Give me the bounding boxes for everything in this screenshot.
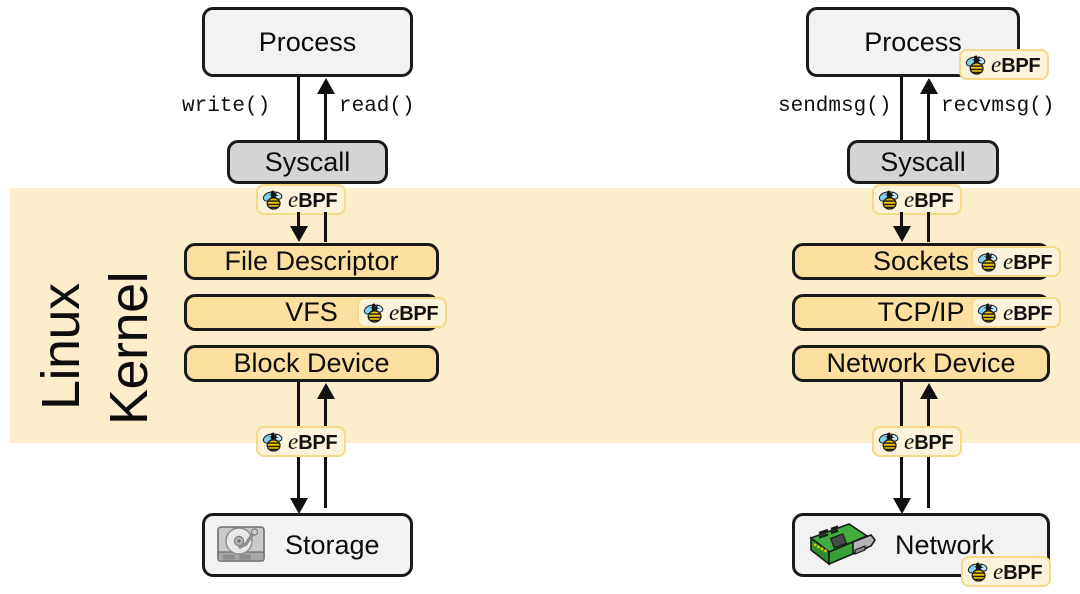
ebpf-badge-text: eBPF: [993, 560, 1042, 583]
left-syscall-box[interactable]: Syscall: [227, 140, 388, 184]
ebpf-badge-text: eBPF: [288, 188, 337, 211]
right-process-label: Process: [864, 27, 962, 58]
left-layer-label-1: VFS: [285, 297, 338, 328]
right-layer-label-2: Network Device: [826, 348, 1015, 379]
bee-icon: [977, 302, 1001, 324]
ebpf-badge-text: eBPF: [904, 188, 953, 211]
ebpf-badge-sockets[interactable]: eBPF: [971, 246, 1061, 277]
bee-icon: [363, 302, 387, 324]
right-network-to-netdev-arrowhead: [920, 383, 938, 399]
ebpf-badge-e: e: [991, 52, 1001, 77]
ebpf-badge-right-syscall[interactable]: eBPF: [872, 184, 962, 215]
ebpf-badge-text: eBPF: [904, 430, 953, 453]
ebpf-badge-e: e: [993, 559, 1003, 584]
ebpf-badge-e: e: [389, 300, 399, 325]
ebpf-badge-e: e: [904, 187, 914, 212]
left-blockdev-to-storage-arrowhead: [290, 498, 308, 514]
right-recvmsg-arrowhead: [920, 78, 938, 94]
ebpf-badge-bpf: BPF: [399, 303, 438, 325]
ebpf-badge-bpf: BPF: [1013, 252, 1052, 274]
right-layer-box-2[interactable]: Network Device: [792, 345, 1050, 382]
right-syscall-box[interactable]: Syscall: [847, 140, 999, 184]
bee-icon: [967, 561, 991, 583]
right-layer-label-1: TCP/IP: [877, 297, 964, 328]
left-process-box[interactable]: Process: [202, 7, 413, 77]
ebpf-badge-e: e: [1003, 249, 1013, 274]
ebpf-badge-bpf: BPF: [914, 190, 953, 212]
right-sockets-to-syscall-line: [927, 212, 930, 242]
left-process-label: Process: [259, 27, 357, 58]
network-card-icon: [805, 520, 877, 570]
left-syscall-to-fd-arrowhead: [290, 226, 308, 242]
ebpf-badge-right-process[interactable]: eBPF: [959, 49, 1049, 80]
right-layer-label-0: Sockets: [873, 246, 969, 277]
ebpf-badge-bpf: BPF: [298, 190, 337, 212]
ebpf-badge-bpf: BPF: [914, 432, 953, 454]
bee-icon: [878, 431, 902, 453]
right-call-up-label: recvmsg(): [941, 95, 1054, 118]
ebpf-badge-tcpip[interactable]: eBPF: [971, 297, 1061, 328]
ebpf-badge-e: e: [904, 429, 914, 454]
left-layer-box-0[interactable]: File Descriptor: [184, 243, 439, 280]
ebpf-badge-text: eBPF: [991, 53, 1040, 76]
left-write-line: [297, 77, 300, 140]
ebpf-badge-network[interactable]: eBPF: [961, 556, 1051, 587]
left-syscall-label: Syscall: [265, 147, 351, 178]
left-layer-label-2: Block Device: [233, 348, 389, 379]
ebpf-badge-vfs[interactable]: eBPF: [357, 297, 447, 328]
ebpf-badge-bpf: BPF: [298, 432, 337, 454]
left-storage-box[interactable]: Storage: [202, 513, 413, 577]
bee-icon: [878, 189, 902, 211]
left-layer-label-0: File Descriptor: [224, 246, 398, 277]
right-netdev-to-network-arrowhead: [893, 498, 911, 514]
ebpf-badge-text: eBPF: [389, 301, 438, 324]
kernel-band-label-kernel: Kernel: [102, 272, 156, 425]
left-read-arrowhead: [317, 78, 335, 94]
right-call-down-label: sendmsg(): [778, 95, 891, 118]
bee-icon: [965, 54, 989, 76]
right-sendmsg-line: [900, 77, 903, 140]
left-storage-to-blockdev-arrowhead: [317, 383, 335, 399]
ebpf-architecture-diagram: Linux Kernel Process write() read() Sysc…: [0, 0, 1080, 594]
ebpf-badge-e: e: [288, 429, 298, 454]
left-call-up-label: read(): [339, 95, 415, 118]
ebpf-badge-text: eBPF: [1003, 301, 1052, 324]
left-call-down-label: write(): [182, 95, 270, 118]
ebpf-badge-left-blockdev[interactable]: eBPF: [256, 426, 346, 457]
kernel-band-label-linux: Linux: [34, 283, 88, 410]
ebpf-badge-bpf: BPF: [1003, 562, 1042, 584]
ebpf-badge-text: eBPF: [1003, 250, 1052, 273]
ebpf-badge-bpf: BPF: [1013, 303, 1052, 325]
left-read-line: [324, 93, 327, 140]
bee-icon: [262, 189, 286, 211]
right-syscall-to-sockets-arrowhead: [893, 226, 911, 242]
hard-disk-icon: [215, 522, 267, 568]
right-syscall-label: Syscall: [880, 147, 966, 178]
left-fd-to-syscall-line: [324, 212, 327, 242]
ebpf-badge-right-netdev[interactable]: eBPF: [872, 426, 962, 457]
left-storage-label: Storage: [285, 530, 380, 561]
right-recvmsg-line: [927, 93, 930, 140]
ebpf-badge-left-syscall[interactable]: eBPF: [256, 184, 346, 215]
left-layer-box-2[interactable]: Block Device: [184, 345, 439, 382]
ebpf-badge-text: eBPF: [288, 430, 337, 453]
bee-icon: [977, 251, 1001, 273]
ebpf-badge-bpf: BPF: [1001, 55, 1040, 77]
ebpf-badge-e: e: [1003, 300, 1013, 325]
bee-icon: [262, 431, 286, 453]
ebpf-badge-e: e: [288, 187, 298, 212]
